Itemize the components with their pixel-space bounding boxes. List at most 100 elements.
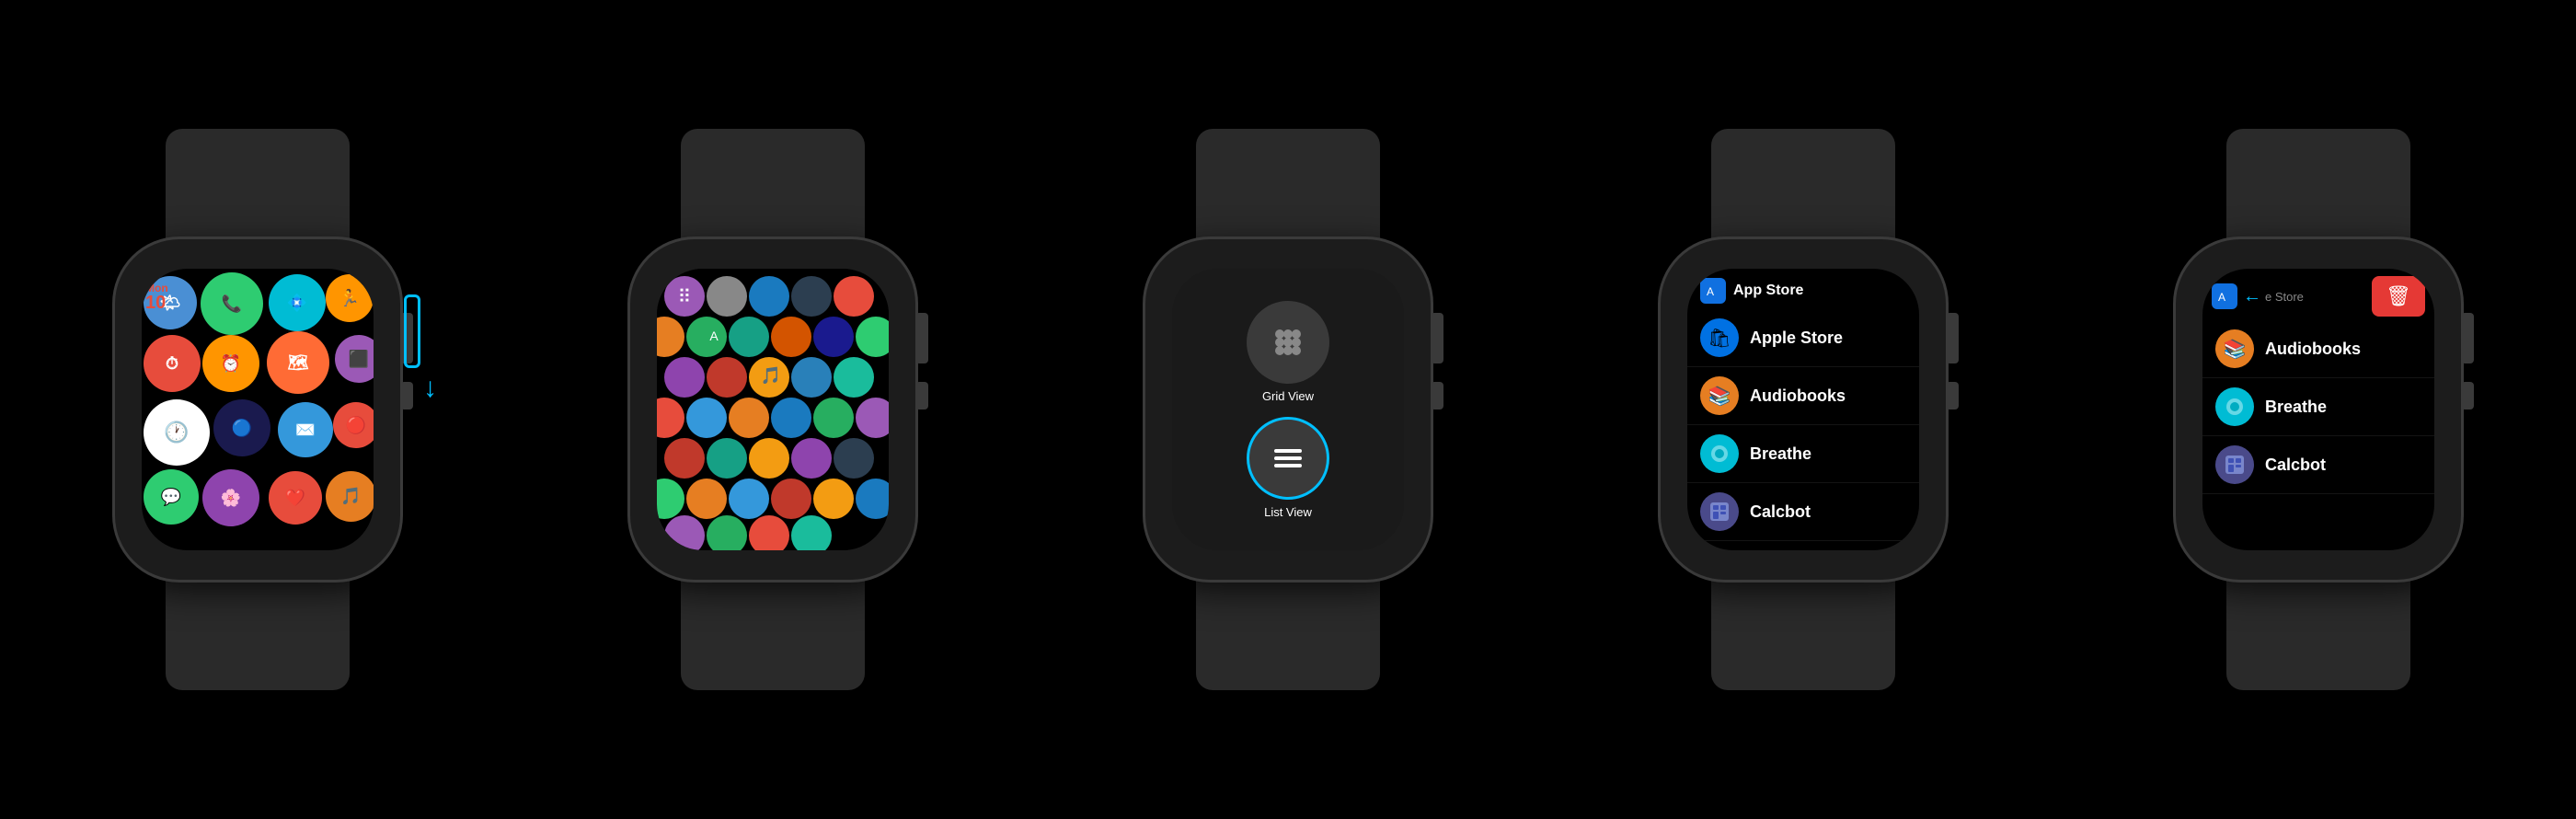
delete-button[interactable]: 🗑 <box>2372 276 2425 317</box>
watch-2-side-btn[interactable] <box>915 382 928 410</box>
list-view-svg <box>1265 435 1311 481</box>
watch-4: A App Store 🛍 Apple Store 📚 Audiobooks <box>1661 129 1946 690</box>
watch-3-band-bottom <box>1196 580 1380 690</box>
watch-5-band-bottom <box>2226 580 2410 690</box>
crown-highlight-ring <box>404 294 420 368</box>
breathe-name-w4: Breathe <box>1750 444 1811 464</box>
app-news[interactable]: 🔴 <box>333 402 374 448</box>
watch-2-body: ⠿ A 🎵 <box>630 239 915 580</box>
svg-text:A: A <box>2218 291 2225 304</box>
watch-1-band-bottom <box>166 580 350 690</box>
watch-3: Grid View List View <box>1145 129 1431 690</box>
watch-5: A ← e Store 🗑 📚 Audiobooks <box>2176 129 2461 690</box>
watch-4-header-text: App Store <box>1733 283 1803 299</box>
breathe-icon-w5 <box>2215 387 2254 426</box>
view-option-grid[interactable]: Grid View <box>1247 301 1329 403</box>
app-photos[interactable]: 🌸 <box>202 469 259 526</box>
watch-1-side-btn[interactable] <box>400 382 413 410</box>
calcbot-name: Calcbot <box>1750 502 1811 522</box>
watch-4-side-btn[interactable] <box>1946 382 1959 410</box>
app-messages[interactable]: 💬 <box>144 469 199 525</box>
watch-3-body: Grid View List View <box>1145 239 1431 580</box>
app-icon2[interactable]: 🔵 <box>213 399 270 456</box>
watch-5-screen: A ← e Store 🗑 📚 Audiobooks <box>2202 269 2434 550</box>
appstore-svg-5: A <box>2217 289 2232 304</box>
appstore-svg: A <box>1706 283 1720 298</box>
watch-4-item-breathe[interactable]: Breathe <box>1687 425 1919 483</box>
audiobooks-name: Audiobooks <box>1750 386 1846 406</box>
watch-2-band-bottom <box>681 580 865 690</box>
watch-1-body: ↓ 🌤 📞 💠 🏃 ⏱ ⏰ 🗺 ⬛ 🕐 🔵 ✉️ 🔴 💬 <box>115 239 400 580</box>
watch-1: ↓ 🌤 📞 💠 🏃 ⏱ ⏰ 🗺 ⬛ 🕐 🔵 ✉️ 🔴 💬 <box>115 129 400 690</box>
back-label: e Store <box>2265 290 2304 304</box>
breathe-svg-5 <box>2222 394 2248 420</box>
app-mail[interactable]: ✉️ <box>278 402 333 457</box>
calcbot-icon <box>1700 492 1739 531</box>
watch-5-item-audiobooks[interactable]: 📚 Audiobooks <box>2202 320 2434 378</box>
watch-4-screen: A App Store 🛍 Apple Store 📚 Audiobooks <box>1687 269 1919 550</box>
list-view-label: List View <box>1264 505 1312 519</box>
breathe-name-w5: Breathe <box>2265 398 2327 417</box>
watch-4-header: A App Store <box>1687 269 1919 309</box>
app-music[interactable]: 🎵 <box>326 471 374 522</box>
app-watchface[interactable]: 🕐 <box>144 399 210 466</box>
watch-4-band-bottom <box>1711 580 1895 690</box>
watch-3-side-btn[interactable] <box>1431 382 1443 410</box>
watch-4-item-audiobooks[interactable]: 📚 Audiobooks <box>1687 367 1919 425</box>
app-phone[interactable]: 📞 <box>201 272 263 335</box>
watch-3-screen: Grid View List View <box>1172 269 1404 550</box>
watch-5-side-btn[interactable] <box>2461 382 2474 410</box>
watch-2: ⠿ A 🎵 <box>630 129 915 690</box>
audiobooks-icon: 📚 <box>1700 376 1739 415</box>
grid-view-icon-circle <box>1247 301 1329 384</box>
app-heart[interactable]: ❤️ <box>269 471 322 525</box>
app-timer[interactable]: ⏱ <box>144 335 201 392</box>
delete-trash-icon: 🗑 <box>2386 284 2411 308</box>
watch-4-item-calcbot[interactable]: Calcbot <box>1687 483 1919 541</box>
watch-5-header-content: ← e Store <box>2243 286 2366 307</box>
watch-1-app-grid: 🌤 📞 💠 🏃 ⏱ ⏰ 🗺 ⬛ 🕐 🔵 ✉️ 🔴 💬 🌸 ❤️ 🎵 <box>142 269 374 550</box>
breathe-icon-w4 <box>1700 434 1739 473</box>
honeycomb-svg <box>657 269 889 550</box>
watch-5-band-top <box>2226 129 2410 239</box>
watch-4-crown[interactable] <box>1946 313 1959 363</box>
calcbot-name-w5: Calcbot <box>2265 456 2326 475</box>
watch-5-header-row: A ← e Store 🗑 <box>2202 269 2434 320</box>
watch-2-screen: ⠿ A 🎵 <box>657 269 889 550</box>
app-weather[interactable]: 🌤 <box>144 276 197 329</box>
watch-5-item-breathe[interactable]: Breathe <box>2202 378 2434 436</box>
watch-3-band-top <box>1196 129 1380 239</box>
calcbot-svg <box>1707 499 1732 525</box>
list-view-icon-circle <box>1247 417 1329 500</box>
watch-4-item-apple-store[interactable]: 🛍 Apple Store <box>1687 309 1919 367</box>
svg-text:A: A <box>1707 285 1714 298</box>
watch-5-appstore-icon: A <box>2212 283 2237 309</box>
watch-2-crown[interactable] <box>915 313 928 363</box>
watch-5-crown[interactable] <box>2461 313 2474 363</box>
calcbot-icon-w5 <box>2215 445 2254 484</box>
app-maps[interactable]: 🗺 <box>267 331 329 394</box>
watch-4-body: A App Store 🛍 Apple Store 📚 Audiobooks <box>1661 239 1946 580</box>
breathe-svg <box>1707 441 1732 467</box>
watch-5-body: A ← e Store 🗑 📚 Audiobooks <box>2176 239 2461 580</box>
watch-2-dense-grid: ⠿ A 🎵 <box>657 269 889 550</box>
app-activity[interactable]: 🏃 <box>326 274 374 322</box>
watch-4-band-top <box>1711 129 1895 239</box>
view-option-list[interactable]: List View <box>1247 417 1329 519</box>
app-clock[interactable]: ⏰ <box>202 335 259 392</box>
audiobooks-icon-w5: 📚 <box>2215 329 2254 368</box>
crown-arrow-down: ↓ <box>423 373 437 404</box>
calcbot-svg-5 <box>2222 452 2248 478</box>
app-breathe-1[interactable]: 💠 <box>269 274 326 331</box>
watch-4-appstore-icon: A <box>1700 278 1726 304</box>
watch-1-band-top <box>166 129 350 239</box>
grid-view-label: Grid View <box>1262 389 1314 403</box>
back-arrow-icon[interactable]: ← <box>2243 286 2261 307</box>
audiobooks-name-w5: Audiobooks <box>2265 340 2361 359</box>
watch-5-item-calcbot[interactable]: Calcbot <box>2202 436 2434 494</box>
apple-store-icon: 🛍 <box>1700 318 1739 357</box>
watch-2-band-top <box>681 129 865 239</box>
watch-3-crown[interactable] <box>1431 313 1443 363</box>
apple-store-name: Apple Store <box>1750 329 1843 348</box>
app-misc[interactable]: ⬛ <box>335 335 374 383</box>
